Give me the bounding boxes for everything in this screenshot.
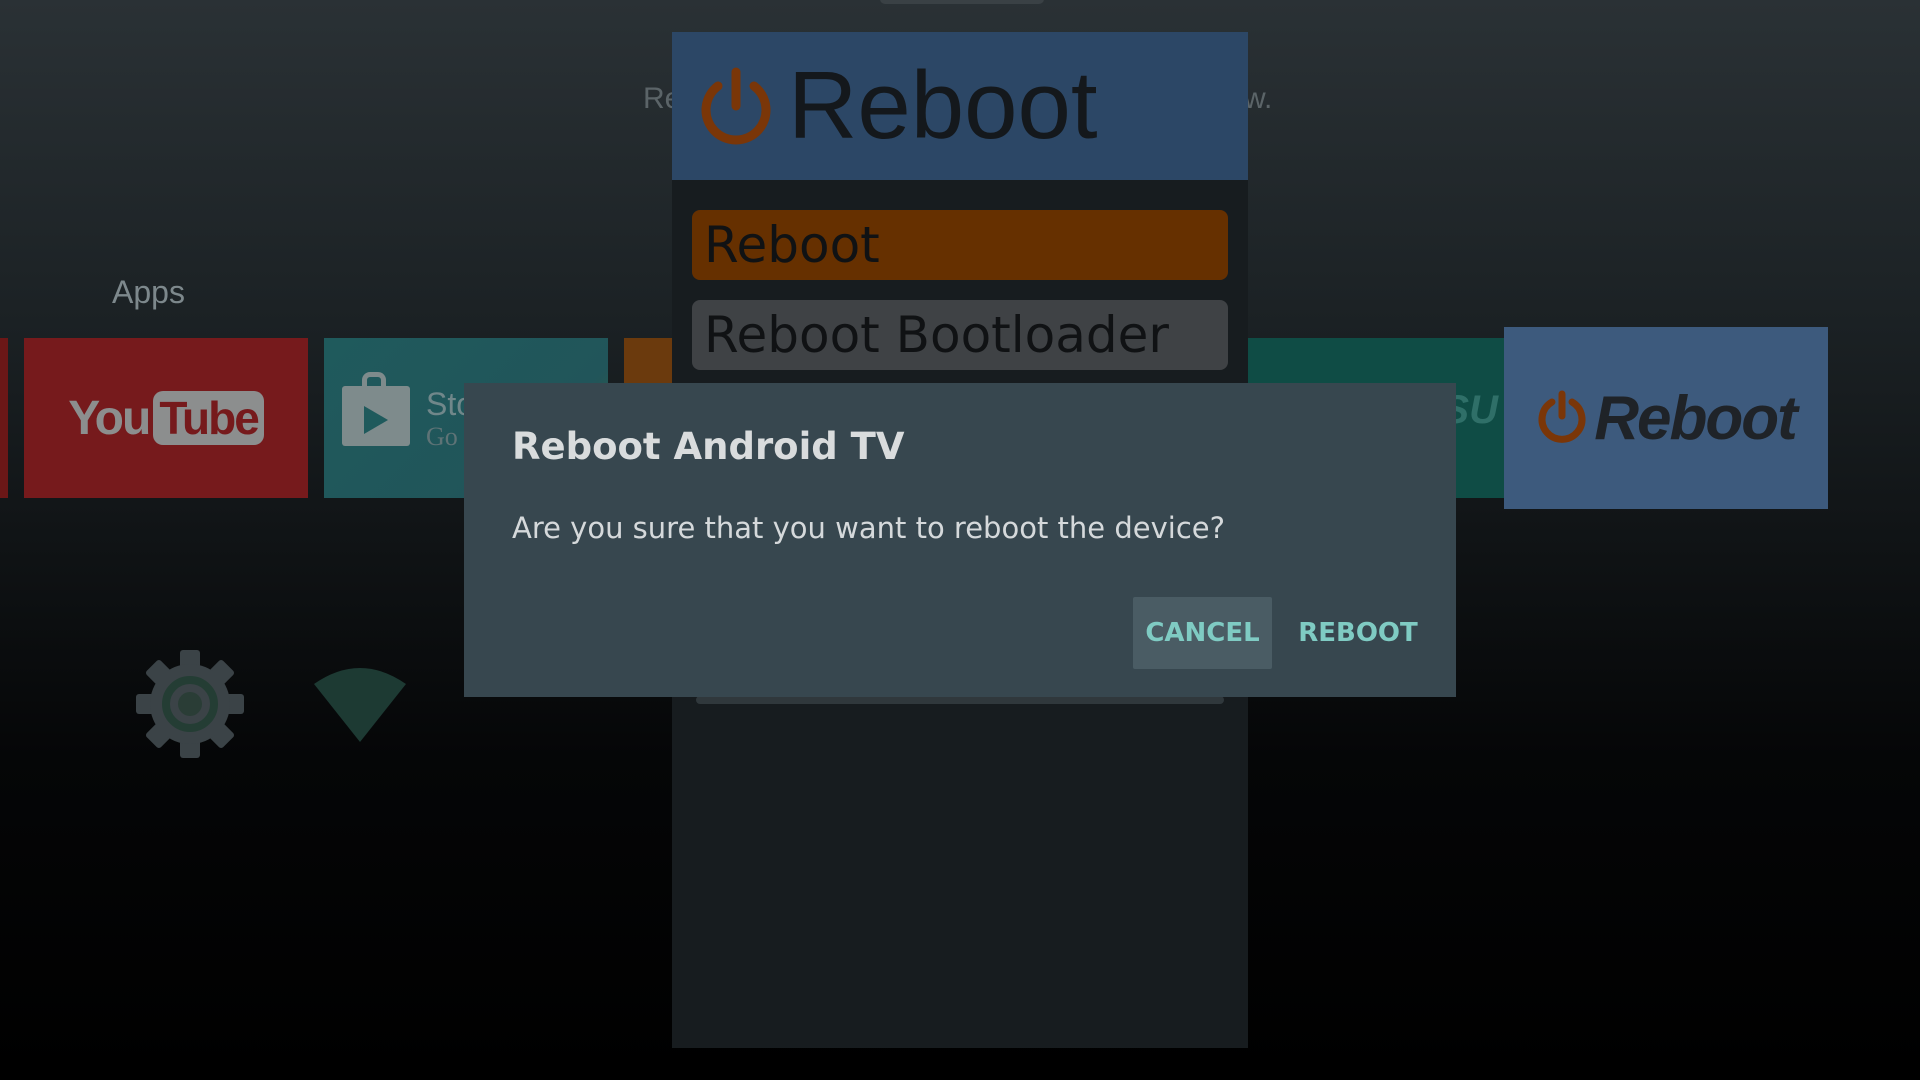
play-triangle-icon	[364, 406, 388, 434]
power-icon	[701, 67, 771, 145]
reboot-button[interactable]: REBOOT	[1284, 597, 1432, 669]
reboot-confirm-dialog: Reboot Android TV Are you sure that you …	[464, 383, 1456, 697]
menu-item-partial[interactable]	[696, 696, 1224, 704]
youtube-logo-tube: Tube	[153, 391, 264, 445]
gear-icon[interactable]	[134, 648, 246, 760]
background-hint-right: w.	[1244, 82, 1273, 115]
app-header: Reboot	[672, 32, 1248, 180]
top-handle	[880, 0, 1044, 4]
cancel-button[interactable]: CANCEL	[1133, 597, 1272, 669]
apps-row-label: Apps	[112, 274, 185, 310]
menu-item-reboot-bootloader[interactable]: Reboot Bootloader	[692, 300, 1228, 370]
youtube-logo-you: You	[68, 391, 151, 445]
dialog-title: Reboot Android TV	[512, 425, 905, 468]
wifi-icon[interactable]	[312, 664, 408, 744]
power-icon	[1538, 390, 1586, 443]
app-tile-partial-left[interactable]	[0, 338, 8, 498]
app-tile-reboot[interactable]: Reboot	[1504, 327, 1828, 509]
app-tile-youtube[interactable]: You Tube	[24, 338, 308, 498]
dialog-message: Are you sure that you want to reboot the…	[512, 511, 1225, 545]
reboot-tile-label: Reboot	[1594, 383, 1798, 453]
app-title: Reboot	[788, 52, 1098, 159]
menu-item-reboot[interactable]: Reboot	[692, 210, 1228, 280]
store-tile-subtitle: Go	[426, 422, 458, 451]
